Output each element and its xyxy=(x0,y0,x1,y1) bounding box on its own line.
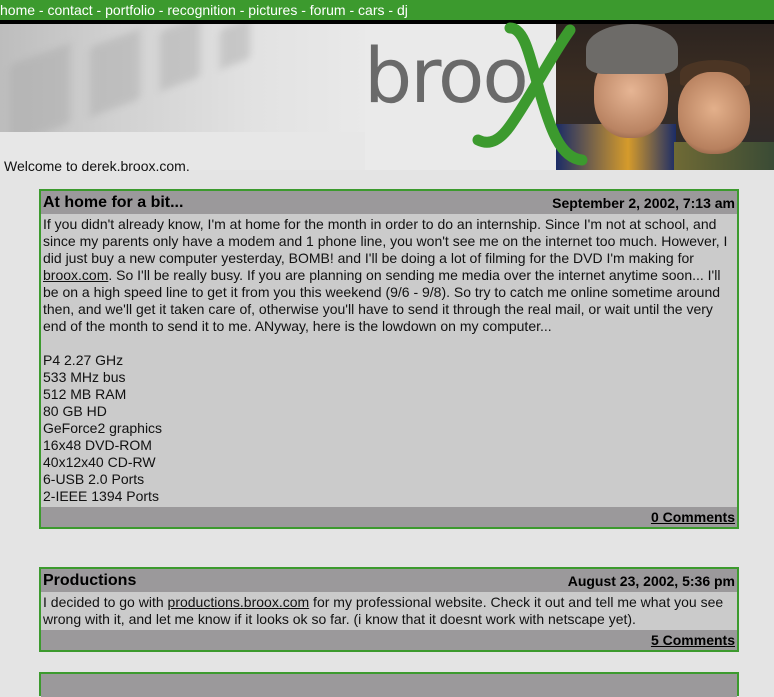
post-header: Productions August 23, 2002, 5:36 pm xyxy=(41,569,737,592)
nav-separator: - xyxy=(92,2,106,18)
spec-item: 40x12x40 CD-RW xyxy=(43,454,156,470)
nav-separator: - xyxy=(297,2,310,18)
post-title: Productions xyxy=(43,572,137,589)
news-post xyxy=(39,672,739,697)
spec-item: 80 GB HD xyxy=(43,403,107,419)
nav-recognition[interactable]: recognition xyxy=(167,2,236,18)
nav-portfolio[interactable]: portfolio xyxy=(105,2,155,18)
post-text: . So I'll be really busy. If you are pla… xyxy=(43,267,721,334)
site-header: broo Welcome to derek.broox.com. xyxy=(0,22,774,174)
post-title: At home for a bit... xyxy=(43,194,184,211)
header-banner-image xyxy=(0,24,365,132)
nav-dj[interactable]: dj xyxy=(397,2,408,18)
broox-link[interactable]: broox.com xyxy=(43,267,108,283)
spec-item: GeForce2 graphics xyxy=(43,420,163,436)
post-footer: 0 Comments xyxy=(41,507,737,527)
productions-link[interactable]: productions.broox.com xyxy=(168,594,310,610)
nav-separator: - xyxy=(154,2,168,18)
nav-separator: - xyxy=(235,2,249,18)
post-body: If you didn't already know, I'm at home … xyxy=(41,214,737,507)
spec-item: 533 MHz bus xyxy=(43,369,126,385)
nav-home[interactable]: home xyxy=(0,2,35,18)
comments-link[interactable]: 5 Comments xyxy=(651,632,735,648)
post-body: I decided to go with productions.broox.c… xyxy=(41,592,737,630)
post-text: If you didn't already know, I'm at home … xyxy=(43,216,728,266)
nav-contact[interactable]: contact xyxy=(47,2,92,18)
nav-separator: - xyxy=(384,2,397,18)
nav-pictures[interactable]: pictures xyxy=(248,2,297,18)
post-header: At home for a bit... September 2, 2002, … xyxy=(41,191,737,214)
news-post: At home for a bit... September 2, 2002, … xyxy=(39,189,739,529)
comments-link[interactable]: 0 Comments xyxy=(651,509,735,525)
spec-item: 512 MB RAM xyxy=(43,386,127,402)
nav-separator: - xyxy=(345,2,359,18)
logo-x-icon xyxy=(472,22,588,166)
welcome-text: Welcome to derek.broox.com. xyxy=(4,158,190,174)
post-text: I decided to go with xyxy=(43,594,168,610)
post-header xyxy=(41,674,737,697)
spec-item: 2-IEEE 1394 Ports xyxy=(43,488,159,504)
post-footer: 5 Comments xyxy=(41,630,737,650)
spec-list: P4 2.27 GHz 533 MHz bus 512 MB RAM 80 GB… xyxy=(43,352,735,505)
news-post: Productions August 23, 2002, 5:36 pm I d… xyxy=(39,567,739,652)
post-date: August 23, 2002, 5:36 pm xyxy=(567,573,735,589)
nav-forum[interactable]: forum xyxy=(310,2,346,18)
post-date: September 2, 2002, 7:13 am xyxy=(552,195,735,211)
nav-separator: - xyxy=(35,2,48,18)
spec-item: 16x48 DVD-ROM xyxy=(43,437,152,453)
spec-item: 6-USB 2.0 Ports xyxy=(43,471,145,487)
nav-cars[interactable]: cars xyxy=(358,2,384,18)
top-nav: home - contact - portfolio - recognition… xyxy=(0,0,774,20)
spec-item: P4 2.27 GHz xyxy=(43,352,124,368)
